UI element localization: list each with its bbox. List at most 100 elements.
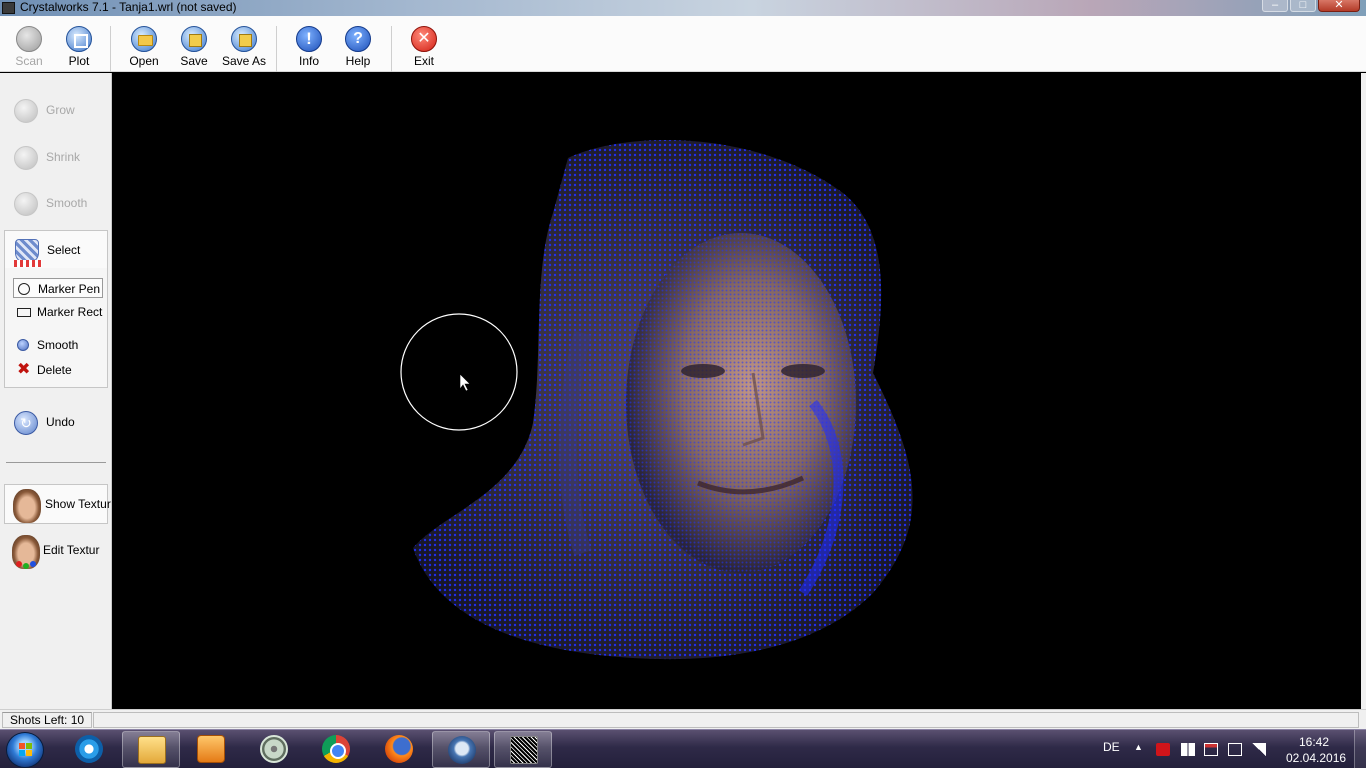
delete-label: Delete [37,363,72,377]
scan-button[interactable]: Scan [6,16,52,72]
edit-texture-button[interactable]: Edit Textur [4,531,108,571]
tool-sidebar: Grow Shrink Smooth Select Marker Pen Mar… [0,73,112,709]
maximize-button[interactable]: □ [1290,0,1316,12]
show-desktop-button[interactable] [1354,730,1366,768]
undo-label: Undo [46,415,75,429]
windows-taskbar: DE ▲ 16:42 02.04.2016 [0,729,1366,768]
internet-explorer-icon [75,735,103,763]
taskbar-thunderbird[interactable] [432,731,490,768]
clock-time[interactable]: 16:42 [1299,735,1329,749]
marker-pen-label: Marker Pen [38,282,101,296]
select-label: Select [47,243,81,257]
point-cloud-render[interactable] [113,73,1361,709]
firefox-icon [385,735,413,763]
info-label: Info [298,54,319,68]
disc-icon [260,735,288,763]
save-as-label: Save As [221,54,267,68]
shrink-button[interactable]: Shrink [4,138,108,178]
folder-open-icon [131,26,157,52]
grow-button[interactable]: Grow [4,91,108,131]
undo-icon: ↻ [14,411,38,435]
delete-x-icon: ✖ [17,361,31,378]
action-center-flag-icon[interactable] [1181,743,1195,756]
scan-icon [16,26,42,52]
sidebar-separator [6,462,106,463]
clock-date[interactable]: 02.04.2016 [1286,751,1346,765]
open-label: Open [129,54,159,68]
save-as-icon [231,26,257,52]
grow-icon [14,99,38,123]
smooth-selection-option[interactable]: Smooth [13,335,103,355]
smooth-label: Smooth [46,196,88,210]
plot-label: Plot [68,54,90,68]
undo-button[interactable]: ↻ Undo [4,403,108,443]
network-signal-icon[interactable] [1252,743,1266,756]
info-icon: ! [296,26,322,52]
marker-rect-option[interactable]: Marker Rect [13,302,103,322]
windows-logo-icon [19,743,33,757]
show-texture-label: Show Textur [45,497,111,511]
marker-pen-cursor [400,313,518,431]
marker-pen-option[interactable]: Marker Pen [13,278,103,298]
shots-left-status: Shots Left: 10 [2,712,92,728]
toolbar-separator [276,26,277,72]
status-bar: Shots Left: 10 [0,709,1366,729]
3d-viewport[interactable] [113,73,1361,709]
rectangle-icon [17,308,31,317]
chrome-icon [322,735,350,763]
viewport-right-edge [1361,73,1366,709]
show-texture-button[interactable]: Show Textur [4,484,111,524]
select-icon [14,239,42,267]
help-button[interactable]: ? Help [335,16,381,72]
smooth-mesh-button[interactable]: Smooth [4,184,108,224]
close-button[interactable]: ✕ [1318,0,1360,12]
media-player-icon [197,735,225,763]
save-as-button[interactable]: Save As [219,16,269,72]
status-panel [93,712,1359,728]
scan-label: Scan [15,54,43,68]
main-toolbar: Scan Plot Open Save Save As ! Info ? Hel… [0,16,1366,72]
taskbar-internet-explorer[interactable] [60,731,118,768]
help-icon: ? [345,26,371,52]
toolbar-separator [110,26,111,72]
taskbar-media-player[interactable] [182,731,240,768]
window-title: Crystalworks 7.1 - Tanja1.wrl (not saved… [20,0,237,14]
taskbar-disc-app[interactable] [245,731,303,768]
delete-option[interactable]: ✖ Delete [13,360,103,380]
taskbar-crystalworks[interactable] [494,731,552,768]
antivirus-tray-icon[interactable] [1156,743,1170,756]
exit-label: Exit [413,54,434,68]
window-title-bar[interactable]: Crystalworks 7.1 - Tanja1.wrl (not saved… [0,0,1366,16]
help-label: Help [345,54,371,68]
exit-button[interactable]: ✕ Exit [401,16,447,72]
color-dots-icon [16,561,36,569]
minimize-button[interactable]: ‒ [1262,0,1288,12]
shrink-icon [14,146,38,170]
smooth-icon [14,192,38,216]
plot-icon [66,26,92,52]
toolbar-separator [391,26,392,72]
save-label: Save [180,54,208,68]
circle-icon [18,283,30,295]
thunderbird-icon [448,736,476,764]
show-hidden-icons-button[interactable]: ▲ [1134,742,1143,752]
taskbar-file-explorer[interactable] [122,731,180,768]
window-controls: ‒ □ ✕ [1262,0,1360,16]
save-button[interactable]: Save [171,16,217,72]
face-thumbnail-icon [13,489,41,523]
power-tray-icon[interactable] [1228,743,1242,756]
taskbar-chrome[interactable] [307,731,365,768]
taskbar-firefox[interactable] [370,731,428,768]
mouse-pointer-icon [459,373,471,392]
exit-icon: ✕ [411,26,437,52]
grow-label: Grow [46,103,75,117]
start-button[interactable] [6,732,44,768]
plot-button[interactable]: Plot [56,16,102,72]
open-button[interactable]: Open [121,16,167,72]
display-tray-icon[interactable] [1204,743,1218,756]
language-indicator[interactable]: DE [1103,740,1120,754]
marker-rect-label: Marker Rect [37,305,103,319]
info-button[interactable]: ! Info [286,16,332,72]
select-button[interactable]: Select [4,230,108,270]
save-icon [181,26,207,52]
